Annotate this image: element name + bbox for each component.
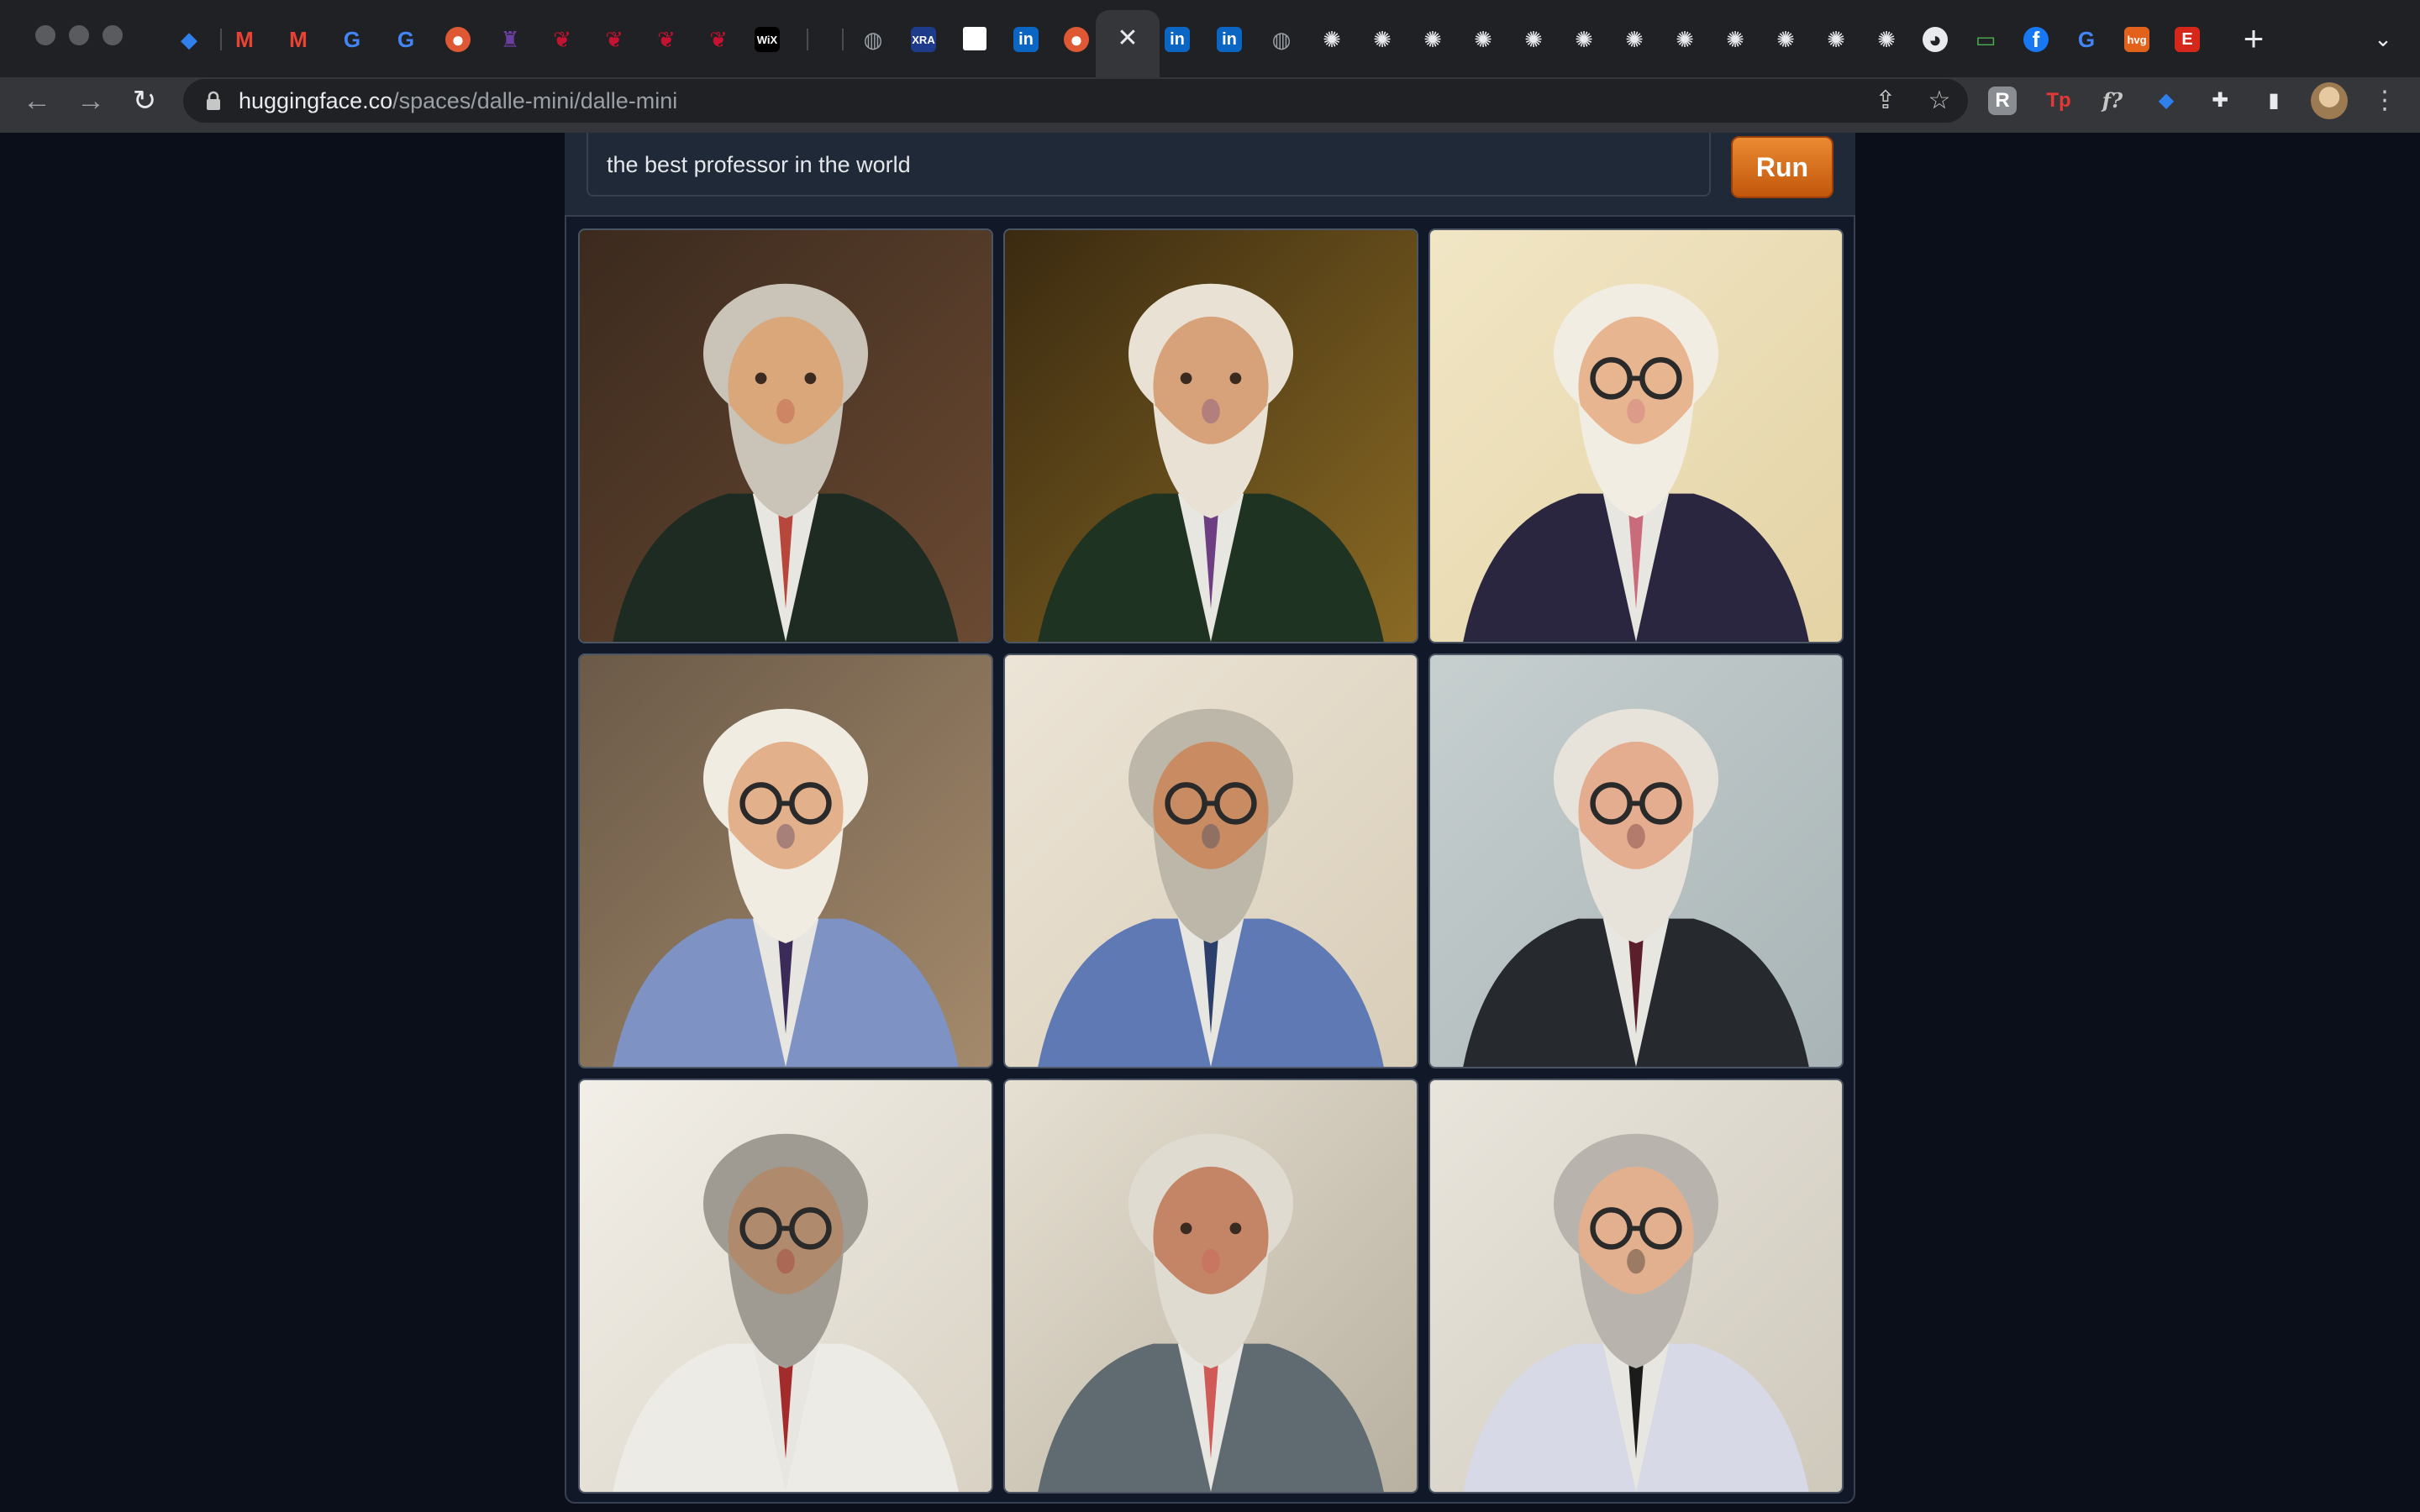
readwise-icon[interactable]: R: [1988, 87, 2017, 115]
window-zoom-button[interactable]: [103, 25, 123, 45]
gear-icon[interactable]: ✺: [1874, 27, 1899, 52]
scotty-icon[interactable]: ❦: [550, 27, 575, 52]
formula-icon[interactable]: f?: [2096, 84, 2129, 118]
gear-icon[interactable]: ✺: [1823, 27, 1849, 52]
xra-icon[interactable]: XRA: [911, 27, 936, 52]
professor-image-7[interactable]: [578, 1079, 993, 1494]
puzzle-icon[interactable]: ✚: [2203, 84, 2237, 118]
gear-icon[interactable]: ✺: [1370, 27, 1395, 52]
tab-separator: [807, 29, 808, 50]
lock-icon: [207, 91, 220, 110]
battery-icon[interactable]: ▭: [1973, 27, 1998, 52]
url-host: huggingface.co: [239, 88, 393, 113]
share-icon[interactable]: ⇪: [1869, 84, 1902, 118]
professor-image-4[interactable]: [578, 654, 993, 1068]
facebook-icon[interactable]: f: [2023, 27, 2049, 52]
url-path: /spaces/dalle-mini/dalle-mini: [392, 88, 678, 113]
forward-icon[interactable]: →: [74, 84, 108, 118]
hvg-icon[interactable]: hvg: [2124, 27, 2149, 52]
gear-icon[interactable]: ✺: [1521, 27, 1546, 52]
new-tab-icon[interactable]: +: [2238, 21, 2269, 56]
google-icon[interactable]: G: [339, 27, 365, 52]
window-close-button[interactable]: [35, 25, 55, 45]
scotty-icon[interactable]: ❦: [602, 27, 627, 52]
gear-icon[interactable]: ✺: [1420, 27, 1445, 52]
cmu-icon[interactable]: ♜: [497, 27, 523, 52]
tab-separator: [842, 29, 844, 50]
professor-image-9[interactable]: [1428, 1079, 1844, 1494]
more-menu-icon[interactable]: ⋮: [2368, 84, 2402, 118]
profile-avatar-icon[interactable]: [2311, 82, 2348, 119]
linkedin-icon[interactable]: in: [1013, 27, 1039, 52]
window-minimize-button[interactable]: [69, 25, 89, 45]
duckduckgo-icon[interactable]: ●: [445, 27, 471, 52]
close-icon[interactable]: ✕: [1114, 25, 1141, 52]
tp-icon[interactable]: Tp: [2042, 84, 2075, 118]
gear-icon[interactable]: ✺: [1319, 27, 1344, 52]
gear-icon[interactable]: ✺: [1672, 27, 1697, 52]
google-icon[interactable]: G: [2074, 27, 2099, 52]
github-icon[interactable]: ◕: [1923, 27, 1948, 52]
gear-icon[interactable]: ✺: [1773, 27, 1798, 52]
professor-image-1[interactable]: [578, 228, 993, 643]
globe-icon[interactable]: ◍: [860, 27, 886, 52]
wix-icon[interactable]: WiX: [755, 27, 780, 52]
prompt-input[interactable]: the best professor in the world: [587, 133, 1711, 197]
run-button[interactable]: Run: [1731, 136, 1833, 198]
blank-page-icon[interactable]: [963, 27, 986, 50]
gear-icon[interactable]: ✺: [1723, 27, 1748, 52]
etsy-icon[interactable]: E: [2175, 27, 2200, 52]
tab-search-icon[interactable]: ⌄: [2370, 25, 2396, 52]
gear-icon[interactable]: ✺: [1470, 27, 1496, 52]
google-icon[interactable]: G: [393, 27, 418, 52]
gear-icon[interactable]: ✺: [1622, 27, 1647, 52]
url-text[interactable]: huggingface.co/spaces/dalle-mini/dalle-m…: [239, 87, 677, 115]
professor-image-2[interactable]: [1003, 228, 1418, 643]
professor-image-5[interactable]: [1003, 654, 1418, 1068]
gmail-icon[interactable]: M: [232, 27, 257, 52]
tab-separator: [220, 29, 222, 50]
duckduckgo-icon[interactable]: ●: [1064, 27, 1089, 52]
professor-image-6[interactable]: [1428, 654, 1844, 1068]
scotty-icon[interactable]: ❦: [654, 27, 679, 52]
linkedin-icon[interactable]: in: [1165, 27, 1190, 52]
professor-image-8[interactable]: [1003, 1079, 1418, 1494]
globe-icon[interactable]: ◍: [1269, 27, 1294, 52]
professor-image-3[interactable]: [1428, 228, 1844, 643]
gear-icon[interactable]: ✺: [1571, 27, 1597, 52]
browser-chrome: ◆ M M G G ● ♜ ❦ ❦ ❦ ❦ WiX ◍ XRA in ● in in ◍ ✺ ✺ ✺ ✺ ✺ ✺ ✺ ✺ ✺ ✺ ✺ ✺ ◕ ▭…: [0, 0, 2420, 133]
gmail-icon[interactable]: M: [286, 27, 311, 52]
linkedin-icon[interactable]: in: [1217, 27, 1242, 52]
reload-icon[interactable]: ↻: [128, 84, 161, 118]
side-panel-icon[interactable]: ▮: [2257, 84, 2291, 118]
back-icon[interactable]: ←: [20, 84, 54, 118]
gem-icon[interactable]: ◆: [2149, 84, 2183, 118]
gem-icon[interactable]: ◆: [176, 27, 202, 52]
bookmark-star-icon[interactable]: ☆: [1923, 84, 1956, 118]
scotty-icon[interactable]: ❦: [706, 27, 731, 52]
